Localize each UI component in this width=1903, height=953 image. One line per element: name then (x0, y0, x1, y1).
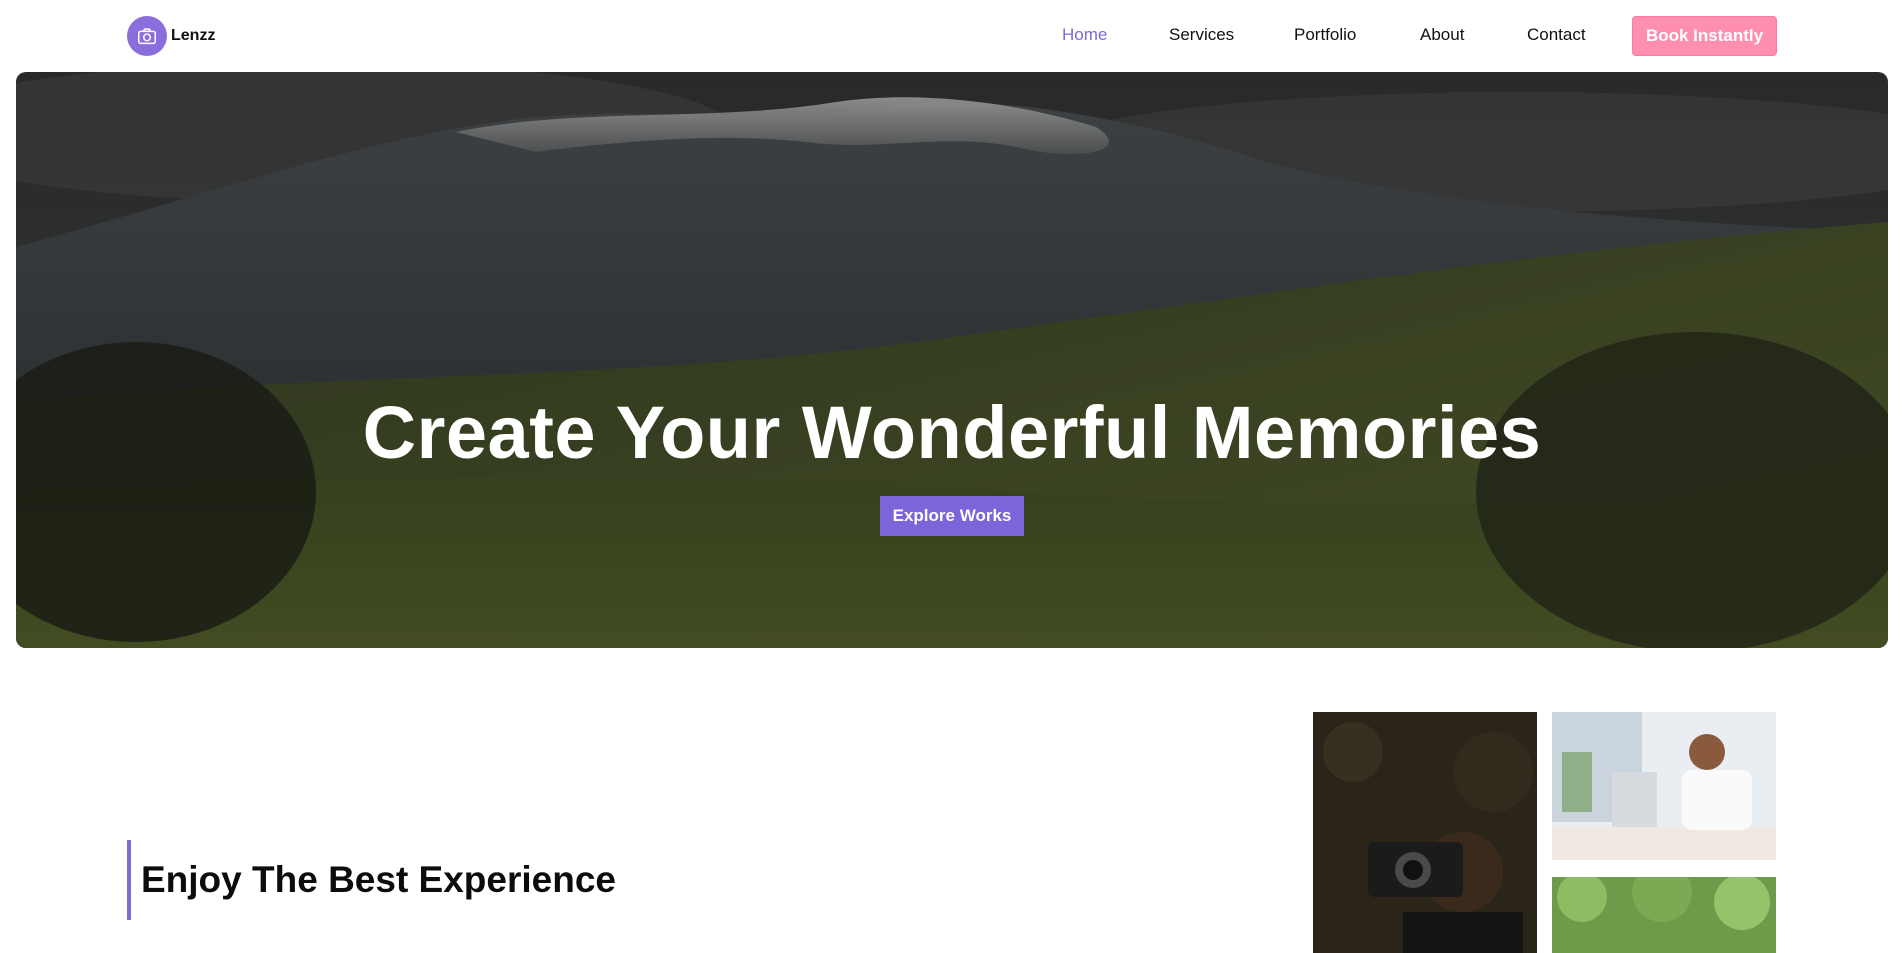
navbar: Lenzz Home Services Portfolio About Cont… (0, 0, 1903, 72)
nav-portfolio[interactable]: Portfolio (1294, 25, 1356, 45)
nav-contact[interactable]: Contact (1527, 25, 1586, 45)
experience-heading: Enjoy The Best Experience (127, 840, 616, 920)
hero-title: Create Your Wonderful Memories (362, 391, 1542, 474)
hero-banner: Create Your Wonderful Memories Explore W… (16, 72, 1888, 648)
nav-about[interactable]: About (1420, 25, 1464, 45)
photographer-photo (1313, 712, 1537, 953)
nav-services[interactable]: Services (1169, 25, 1234, 45)
man-with-laptop-photo (1552, 712, 1776, 860)
book-instantly-button[interactable]: Book Instantly (1632, 16, 1777, 56)
explore-works-button[interactable]: Explore Works (880, 496, 1024, 536)
hero-background-image (16, 72, 1888, 648)
nav-home[interactable]: Home (1062, 25, 1107, 45)
trees-photo (1552, 877, 1776, 953)
main-nav: Home Services Portfolio About Contact (0, 0, 1903, 72)
